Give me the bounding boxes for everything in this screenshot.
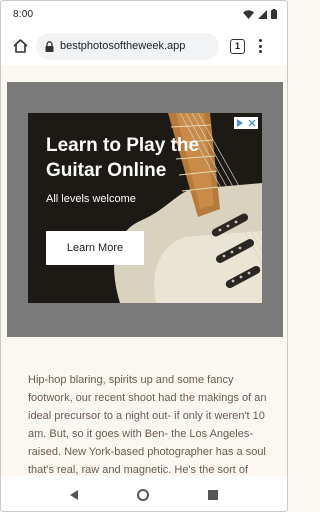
learn-more-button[interactable]: Learn More xyxy=(46,231,144,265)
menu-dot-icon xyxy=(258,44,262,48)
web-page: Learn to Play the Guitar Online All leve… xyxy=(1,65,287,476)
overflow-menu-button[interactable] xyxy=(255,37,265,55)
ad-headline: Learn to Play the Guitar Online xyxy=(46,135,200,181)
wifi-icon xyxy=(243,9,254,19)
lock-icon xyxy=(45,40,54,52)
ad-info-icon xyxy=(237,119,243,127)
menu-dot-icon xyxy=(258,50,262,53)
home-button[interactable] xyxy=(10,36,30,56)
url-bar[interactable]: bestphotosoftheweek.app xyxy=(36,32,219,60)
status-time: 8:00 xyxy=(13,8,34,20)
page-header-strip xyxy=(1,65,287,82)
home-icon xyxy=(12,39,28,53)
home-nav-icon[interactable] xyxy=(136,488,149,501)
signal-icon xyxy=(258,9,267,19)
recents-icon[interactable] xyxy=(207,489,218,500)
article-body: Hip-hop blaring, spirits up and some fan… xyxy=(28,374,267,476)
close-icon xyxy=(248,119,256,127)
browser-toolbar: bestphotosoftheweek.app 1 xyxy=(1,27,287,65)
back-icon[interactable] xyxy=(70,489,79,500)
battery-icon xyxy=(271,9,277,19)
guitar-ad-banner[interactable]: Learn to Play the Guitar Online All leve… xyxy=(28,113,262,303)
status-bar: 8:00 xyxy=(1,1,287,27)
ad-choices[interactable] xyxy=(234,117,258,129)
tab-switcher-button[interactable]: 1 xyxy=(230,38,245,54)
system-nav-bar xyxy=(1,476,287,511)
status-icons xyxy=(243,9,277,19)
ad-subtitle: All levels welcome xyxy=(46,193,136,205)
menu-dot-icon xyxy=(258,39,262,42)
url-text: bestphotosoftheweek.app xyxy=(60,40,186,52)
device-frame: 8:00 bestphotosoftheweek.app 1 Learn to … xyxy=(0,0,288,512)
